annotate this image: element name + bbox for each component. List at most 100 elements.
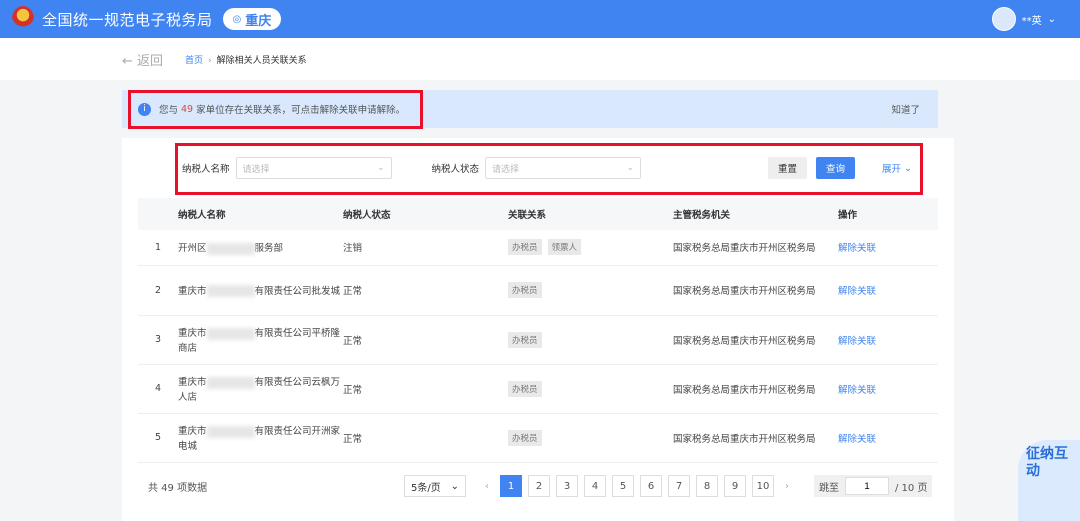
placeholder: 请选择 (492, 164, 520, 175)
dismiss-button[interactable]: 知道了 (891, 102, 920, 116)
page-list: ‹ 1 2 3 4 5 6 7 8 9 10 › (480, 475, 794, 497)
tax-emblem-logo (12, 6, 34, 32)
user-menu[interactable]: **英 ⌄ (991, 7, 1056, 31)
info-icon: i (138, 102, 151, 116)
relation-tag: 办税员 (508, 239, 542, 256)
page-size-value: 5条/页 (411, 482, 441, 494)
expand-label: 展开 (882, 164, 902, 175)
mascot-widget[interactable]: 征纳互动 (1018, 440, 1080, 521)
name-part: 重庆市 (178, 285, 207, 297)
row-index: 3 (138, 315, 178, 365)
page-button[interactable]: 4 (584, 475, 606, 497)
next-page-icon[interactable]: › (780, 481, 794, 492)
status-label: 纳税人状态 (431, 164, 480, 175)
name-part: 重庆市 (178, 426, 207, 438)
taxpayer-status-select[interactable]: 请选择 ⌄ (485, 157, 642, 179)
relations: 办税员 (508, 364, 673, 414)
unlink-button[interactable]: 解除关联 (838, 336, 876, 347)
page-button[interactable]: 1 (500, 475, 522, 497)
unlink-button[interactable]: 解除关联 (838, 434, 876, 445)
col-header: 纳税人名称 (178, 198, 343, 230)
relation-tag: 办税员 (508, 429, 542, 446)
row-index: 1 (138, 230, 178, 266)
page-button[interactable]: 5 (612, 475, 634, 497)
page-button[interactable]: 9 (724, 475, 746, 497)
page-button[interactable]: 2 (528, 475, 550, 497)
info-alert: i 您与 49 家单位存在关联关系，可点击解除关联申请解除。 知道了 (122, 90, 938, 128)
table-row: 1 开州区 服务部 注销 办税员 领票人 国家税务总局重庆市开州区税务局 解除关联 (138, 230, 938, 266)
page-button[interactable]: 7 (668, 475, 690, 497)
taxpayer-name-select[interactable]: 请选择 ⌄ (235, 157, 392, 179)
page-button[interactable]: 6 (640, 475, 662, 497)
user-name: **英 (1021, 15, 1042, 27)
relations: 办税员 领票人 (508, 230, 673, 266)
tax-office: 国家税务总局重庆市开州区税务局 (673, 230, 838, 266)
breadcrumb-home[interactable]: 首页 (185, 56, 203, 66)
unlink-button[interactable]: 解除关联 (838, 243, 876, 254)
city-selector[interactable]: ◎ 重庆 (222, 8, 282, 30)
prev-page-icon[interactable]: ‹ (480, 481, 494, 492)
chevron-down-icon: ⌄ (904, 162, 912, 174)
reset-button[interactable]: 重置 (768, 157, 808, 179)
relations-table: 纳税人名称 纳税人状态 关联关系 主管税务机关 操作 1 开州区 服务部 注销 办… (138, 198, 938, 463)
name-label: 纳税人名称 (182, 164, 230, 175)
page-size-select[interactable]: 5条/页 ⌄ (404, 475, 466, 497)
taxpayer-status: 注销 (343, 230, 508, 266)
relation-tag: 办税员 (508, 331, 542, 348)
jump-label: 跳至 (819, 482, 839, 494)
taxpayer-status: 正常 (343, 364, 508, 414)
chevron-down-icon: ⌄ (450, 480, 459, 492)
row-index: 5 (138, 413, 178, 463)
page-button[interactable]: 8 (696, 475, 718, 497)
chevron-down-icon: ⌄ (1047, 13, 1056, 25)
tax-office: 国家税务总局重庆市开州区税务局 (673, 413, 838, 463)
expand-button[interactable]: 展开 ⌄ (872, 157, 922, 179)
taxpayer-status: 正常 (343, 315, 508, 365)
redacted-blur (206, 327, 255, 340)
name-part: 开州区 (178, 243, 207, 254)
action-cell: 解除关联 (838, 265, 938, 316)
unlink-button[interactable]: 解除关联 (838, 286, 876, 297)
tax-office: 国家税务总局重庆市开州区税务局 (673, 364, 838, 414)
location-pin-icon: ◎ (232, 13, 242, 25)
row-index: 4 (138, 364, 178, 414)
chevron-down-icon: ⌄ (376, 163, 385, 173)
relation-tag: 办税员 (508, 282, 542, 298)
name-part: 服务部 (254, 243, 284, 254)
unlink-button[interactable]: 解除关联 (838, 385, 876, 396)
taxpayer-name: 重庆市 有限责任公司批发城 (178, 265, 343, 316)
col-header: 主管税务机关 (673, 198, 838, 230)
col-header: 关联关系 (508, 198, 673, 230)
taxpayer-name: 开州区 服务部 (178, 230, 343, 266)
name-part: 重庆市 (178, 328, 207, 340)
index-header (138, 198, 178, 230)
relation-tag: 办税员 (508, 380, 542, 397)
action-cell: 解除关联 (838, 315, 938, 365)
pagination: 共 49 项数据 5条/页 ⌄ ‹ 123456789 10 › 跳至 / 10 页 (122, 472, 954, 500)
page-button[interactable]: 3 (556, 475, 578, 497)
placeholder: 请选择 (242, 164, 270, 175)
relation-tag: 领票人 (547, 239, 582, 256)
col-header: 操作 (838, 198, 938, 230)
jump-input[interactable] (845, 477, 889, 495)
relations: 办税员 (508, 315, 673, 365)
taxpayer-name: 重庆市 有限责任公司云枫万人店 (178, 364, 343, 414)
taxpayer-name: 重庆市 有限责任公司平桥隆商店 (178, 315, 343, 365)
alert-text: 您与 (159, 105, 179, 116)
row-index: 2 (138, 265, 178, 316)
page-jumper: 跳至 / 10 页 (814, 475, 933, 497)
redacted-blur (206, 285, 255, 298)
alert-text-rest: 家单位存在关联关系，可点击解除关联申请解除。 (196, 105, 406, 116)
app-title: 全国统一规范电子税务局 (42, 10, 213, 29)
back-button[interactable]: ← 返回 (122, 50, 163, 69)
action-cell: 解除关联 (838, 413, 938, 463)
avatar (991, 7, 1016, 31)
redacted-blur (206, 242, 255, 255)
alert-count: 49 (181, 103, 194, 115)
top-bar: 全国统一规范电子税务局 ◎ 重庆 **英 ⌄ (0, 0, 1080, 38)
chevron-down-icon: ⌄ (626, 163, 635, 173)
table-row: 2 重庆市 有限责任公司批发城 正常 办税员 国家税务总局重庆市开州区税务局 解除… (138, 265, 938, 316)
relations: 办税员 (508, 265, 673, 316)
query-button[interactable]: 查询 (816, 157, 856, 179)
page-button[interactable]: 10 (752, 475, 774, 497)
